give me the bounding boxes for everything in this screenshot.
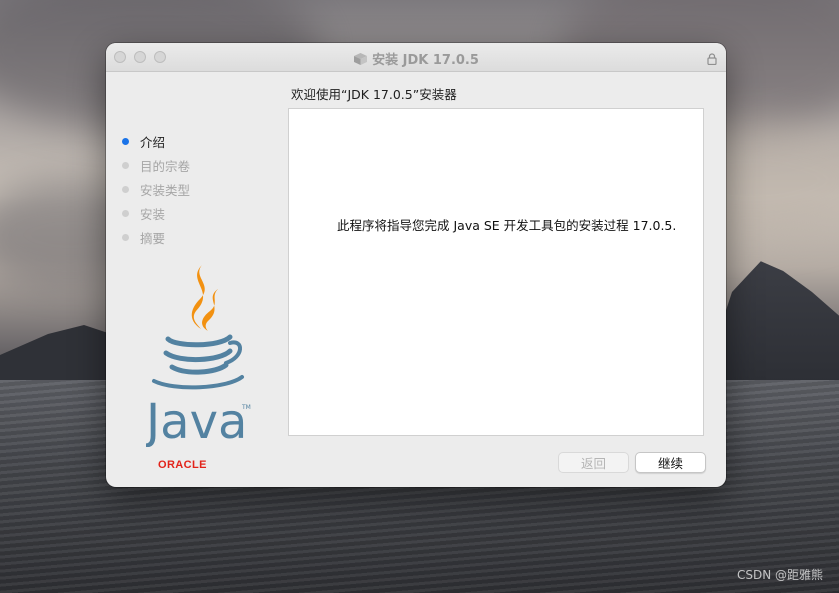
step-dot: [122, 233, 129, 241]
step-dot: [122, 137, 129, 145]
step-item-intro: 介绍: [122, 129, 190, 153]
step-list: 介绍 目的宗卷 安装类型 安装 摘要: [122, 129, 190, 249]
back-button[interactable]: 返回: [558, 452, 629, 473]
window-title: 安装 JDK 17.0.5: [106, 49, 726, 70]
installer-window: 安装 JDK 17.0.5 欢迎使用“JDK 17.0.5”安装器 介绍 目的宗…: [106, 43, 726, 487]
mountain: [0, 325, 120, 385]
java-wordmark: Java: [146, 394, 247, 447]
step-item-summary: 摘要: [122, 225, 190, 249]
oracle-logo: ORACLE: [158, 459, 207, 471]
welcome-message: 此程序将指导您完成 Java SE 开发工具包的安装过程 17.0.5.: [337, 218, 677, 233]
step-label: 摘要: [140, 230, 166, 246]
step-item-destination: 目的宗卷: [122, 153, 190, 177]
watermark: CSDN @距雅熊: [736, 568, 823, 582]
step-label: 目的宗卷: [140, 158, 191, 174]
lock-icon: [707, 50, 717, 69]
step-item-install: 安装: [122, 201, 190, 225]
step-item-install-type: 安装类型: [122, 177, 190, 201]
step-dot: [122, 161, 129, 169]
java-logo: Java TM: [143, 263, 258, 451]
step-dot: [122, 185, 129, 193]
step-label: 介绍: [140, 134, 166, 150]
continue-button[interactable]: 继续: [635, 452, 706, 473]
step-label: 安装: [140, 206, 166, 222]
step-label: 安装类型: [140, 182, 191, 198]
window-title-text: 安装 JDK 17.0.5: [372, 53, 479, 68]
svg-text:TM: TM: [241, 404, 251, 411]
package-icon: [353, 52, 368, 70]
page-heading: 欢迎使用“JDK 17.0.5”安装器: [291, 87, 457, 102]
content-panel: 此程序将指导您完成 Java SE 开发工具包的安装过程 17.0.5.: [288, 108, 704, 436]
step-dot: [122, 209, 129, 217]
title-bar[interactable]: 安装 JDK 17.0.5: [106, 43, 726, 72]
